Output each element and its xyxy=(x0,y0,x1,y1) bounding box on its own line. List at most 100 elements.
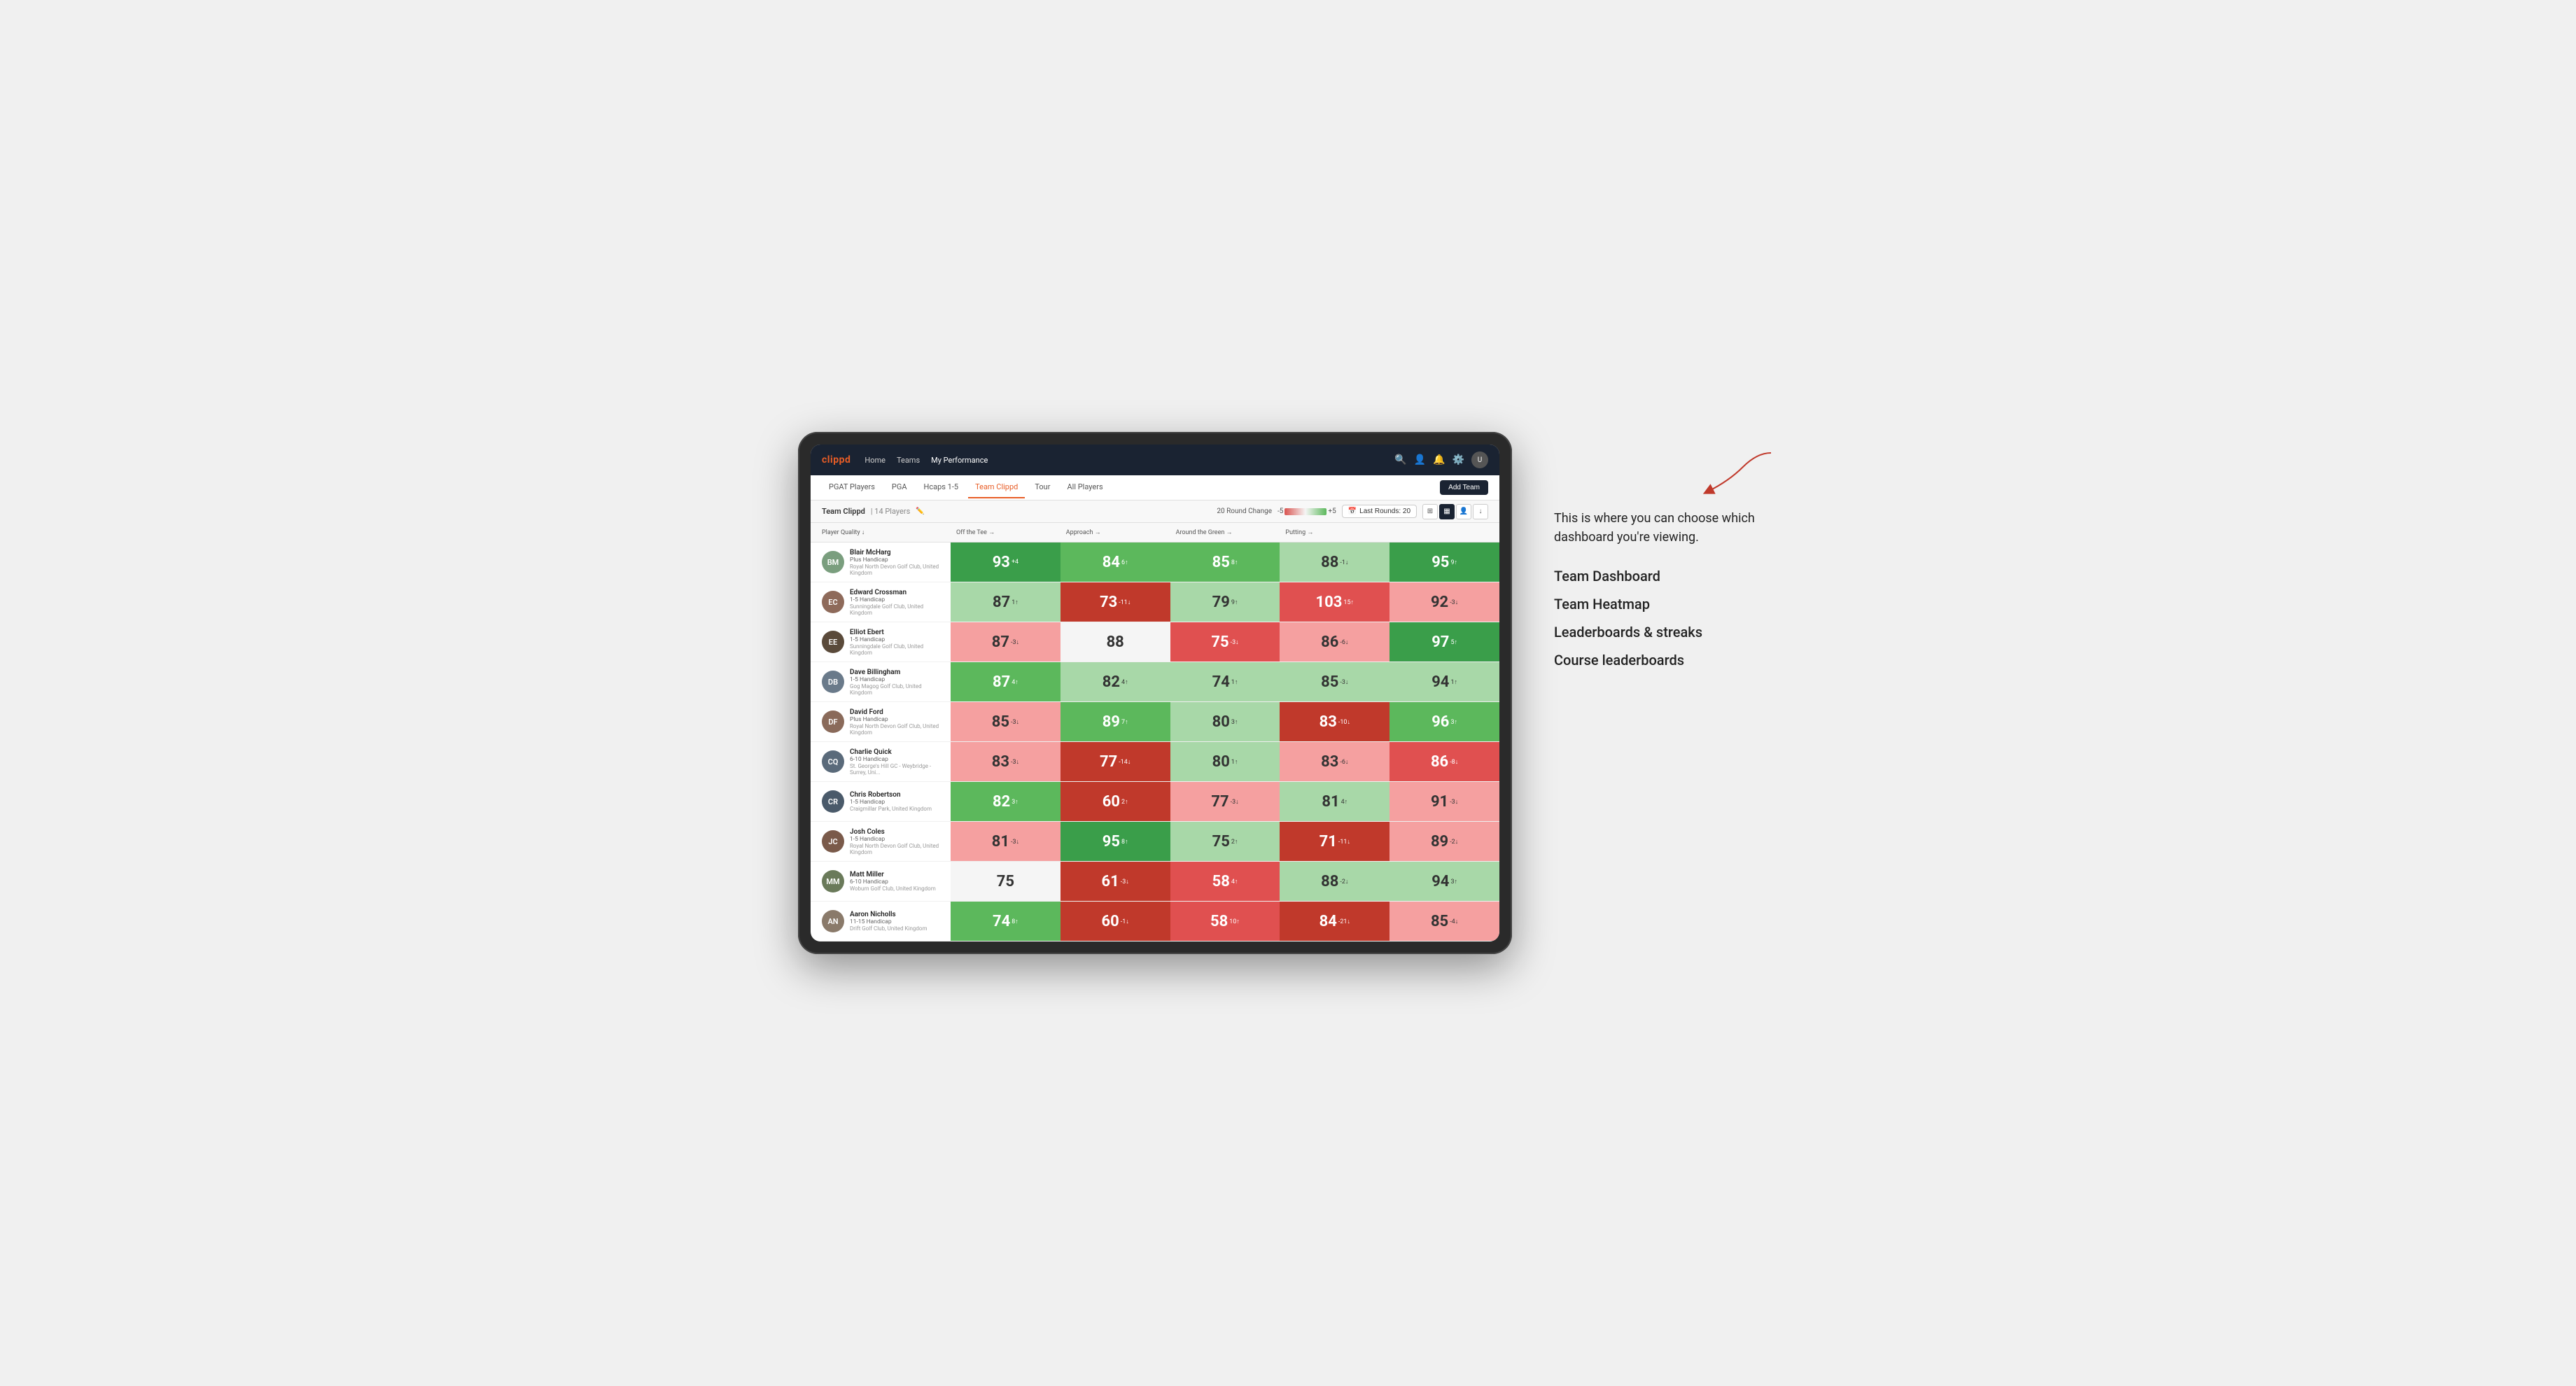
score-change: -3↓ xyxy=(1340,678,1348,686)
score-change: 5↑ xyxy=(1450,638,1457,646)
score-value: 88 xyxy=(1321,873,1338,890)
tab-pgat[interactable]: PGAT Players xyxy=(822,477,882,498)
score-cell: 10315↑ xyxy=(1280,582,1390,622)
table-row[interactable]: MMMatt Miller6-10 HandicapWoburn Golf Cl… xyxy=(811,862,1499,902)
logo: clippd xyxy=(822,454,850,465)
score-change: -3↓ xyxy=(1121,878,1129,886)
heatmap-view-button[interactable]: ▦ xyxy=(1439,504,1455,519)
table-row[interactable]: ECEdward Crossman1-5 HandicapSunningdale… xyxy=(811,582,1499,622)
score-box: 584↑ xyxy=(1170,862,1280,901)
player-cell[interactable]: EEElliot Ebert1-5 HandicapSunningdale Go… xyxy=(811,624,951,660)
score-cell: 858↑ xyxy=(1170,542,1280,582)
table-row[interactable]: DFDavid FordPlus HandicapRoyal North Dev… xyxy=(811,702,1499,742)
score-change: 8↑ xyxy=(1011,918,1018,925)
nav-icons: 🔍 👤 🔔 ⚙️ U xyxy=(1394,451,1488,468)
tab-team-clippd[interactable]: Team Clippd xyxy=(968,477,1025,498)
score-box: 10315↑ xyxy=(1280,582,1390,622)
score-cell: 748↑ xyxy=(951,902,1060,941)
table-row[interactable]: JCJosh Coles1-5 HandicapRoyal North Devo… xyxy=(811,822,1499,862)
tab-tour[interactable]: Tour xyxy=(1028,477,1057,498)
score-value: 87 xyxy=(992,634,1009,651)
last-rounds-button[interactable]: 📅 Last Rounds: 20 xyxy=(1342,505,1417,518)
score-change: 9↑ xyxy=(1450,559,1457,566)
avatar[interactable]: U xyxy=(1471,451,1488,468)
score-cell: 71-11↓ xyxy=(1280,822,1390,861)
bell-icon[interactable]: 🔔 xyxy=(1433,454,1445,465)
team-bar: Team Clippd | 14 Players ✏️ 20 Round Cha… xyxy=(811,500,1499,523)
score-box: 83-3↓ xyxy=(951,742,1060,781)
player-handicap: 1-5 Handicap xyxy=(850,836,945,843)
score-box: 975↑ xyxy=(1390,622,1499,662)
score-cell: 93+4 xyxy=(951,542,1060,582)
score-box: 941↑ xyxy=(1390,662,1499,701)
table-row[interactable]: CQCharlie Quick6-10 HandicapSt. George's… xyxy=(811,742,1499,782)
edit-icon[interactable]: ✏️ xyxy=(916,507,924,515)
score-value: 83 xyxy=(1320,713,1337,731)
player-info: Josh Coles1-5 HandicapRoyal North Devon … xyxy=(850,828,945,855)
player-cell[interactable]: CQCharlie Quick6-10 HandicapSt. George's… xyxy=(811,744,951,780)
score-value: 95 xyxy=(1432,554,1449,571)
score-box: 958↑ xyxy=(1060,822,1170,861)
score-value: 74 xyxy=(993,913,1010,930)
dashboard-options: Team Dashboard Team Heatmap Leaderboards… xyxy=(1554,568,1778,668)
score-box: 858↑ xyxy=(1170,542,1280,582)
player-cell[interactable]: CRChris Robertson1-5 HandicapCraigmillar… xyxy=(811,786,951,817)
player-cell[interactable]: ECEdward Crossman1-5 HandicapSunningdale… xyxy=(811,584,951,620)
table-row[interactable]: ANAaron Nicholls11-15 HandicapDrift Golf… xyxy=(811,902,1499,941)
player-avatar: EC xyxy=(822,591,844,613)
person-view-button[interactable]: 👤 xyxy=(1456,504,1471,519)
score-cell: 752↑ xyxy=(1170,822,1280,861)
table-row[interactable]: BMBlair McHargPlus HandicapRoyal North D… xyxy=(811,542,1499,582)
player-handicap: 6-10 Handicap xyxy=(850,756,945,763)
table-header: Player Quality ↓ Off the Tee → Approach … xyxy=(811,523,1499,542)
score-value: 88 xyxy=(1107,634,1124,651)
player-cell[interactable]: ANAaron Nicholls11-15 HandicapDrift Golf… xyxy=(811,906,951,937)
score-value: 85 xyxy=(1431,913,1448,930)
table-row[interactable]: DBDave Billingham1-5 HandicapGog Magog G… xyxy=(811,662,1499,702)
player-cell[interactable]: DBDave Billingham1-5 HandicapGog Magog G… xyxy=(811,664,951,700)
score-box: 88-1↓ xyxy=(1280,542,1390,582)
score-box: 959↑ xyxy=(1390,542,1499,582)
tab-pga[interactable]: PGA xyxy=(885,477,914,498)
score-box: 5810↑ xyxy=(1170,902,1280,941)
grid-view-button[interactable]: ⊞ xyxy=(1422,504,1438,519)
download-button[interactable]: ↓ xyxy=(1473,504,1488,519)
score-change: -3↓ xyxy=(1011,638,1019,646)
score-value: 71 xyxy=(1320,833,1337,850)
option-team-dashboard: Team Dashboard xyxy=(1554,568,1778,584)
score-change: -3↓ xyxy=(1231,798,1239,806)
player-info: Charlie Quick6-10 HandicapSt. George's H… xyxy=(850,748,945,776)
score-cell: 874↑ xyxy=(951,662,1060,701)
nav-my-performance[interactable]: My Performance xyxy=(931,453,988,468)
user-icon[interactable]: 👤 xyxy=(1414,454,1426,465)
player-name: Edward Crossman xyxy=(850,589,945,596)
score-value: 75 xyxy=(1212,833,1230,850)
score-change: 4↑ xyxy=(1121,678,1128,686)
score-change: -3↓ xyxy=(1011,718,1019,726)
score-cell: 803↑ xyxy=(1170,702,1280,741)
score-value: 81 xyxy=(1322,793,1339,811)
score-value: 84 xyxy=(1102,554,1120,571)
table-row[interactable]: EEElliot Ebert1-5 HandicapSunningdale Go… xyxy=(811,622,1499,662)
search-icon[interactable]: 🔍 xyxy=(1394,454,1406,465)
table-row[interactable]: CRChris Robertson1-5 HandicapCraigmillar… xyxy=(811,782,1499,822)
score-change: 3↑ xyxy=(1450,878,1457,886)
score-value: 85 xyxy=(1321,673,1338,691)
nav-teams[interactable]: Teams xyxy=(897,453,920,468)
settings-icon[interactable]: ⚙️ xyxy=(1452,454,1464,465)
score-value: 95 xyxy=(1102,833,1120,850)
score-change: 2↑ xyxy=(1231,838,1238,846)
tab-hcaps[interactable]: Hcaps 1-5 xyxy=(917,477,966,498)
player-name: Blair McHarg xyxy=(850,549,945,556)
nav-home[interactable]: Home xyxy=(864,453,886,468)
tablet-frame: clippd Home Teams My Performance 🔍 👤 🔔 ⚙… xyxy=(798,432,1512,954)
tab-all-players[interactable]: All Players xyxy=(1060,477,1110,498)
score-box: 75 xyxy=(951,862,1060,901)
player-cell[interactable]: DFDavid FordPlus HandicapRoyal North Dev… xyxy=(811,704,951,740)
add-team-button[interactable]: Add Team xyxy=(1440,480,1488,495)
score-box: 752↑ xyxy=(1170,822,1280,861)
score-cell: 91-3↓ xyxy=(1390,782,1499,821)
player-cell[interactable]: MMMatt Miller6-10 HandicapWoburn Golf Cl… xyxy=(811,866,951,897)
player-cell[interactable]: JCJosh Coles1-5 HandicapRoyal North Devo… xyxy=(811,824,951,860)
player-cell[interactable]: BMBlair McHargPlus HandicapRoyal North D… xyxy=(811,545,951,580)
